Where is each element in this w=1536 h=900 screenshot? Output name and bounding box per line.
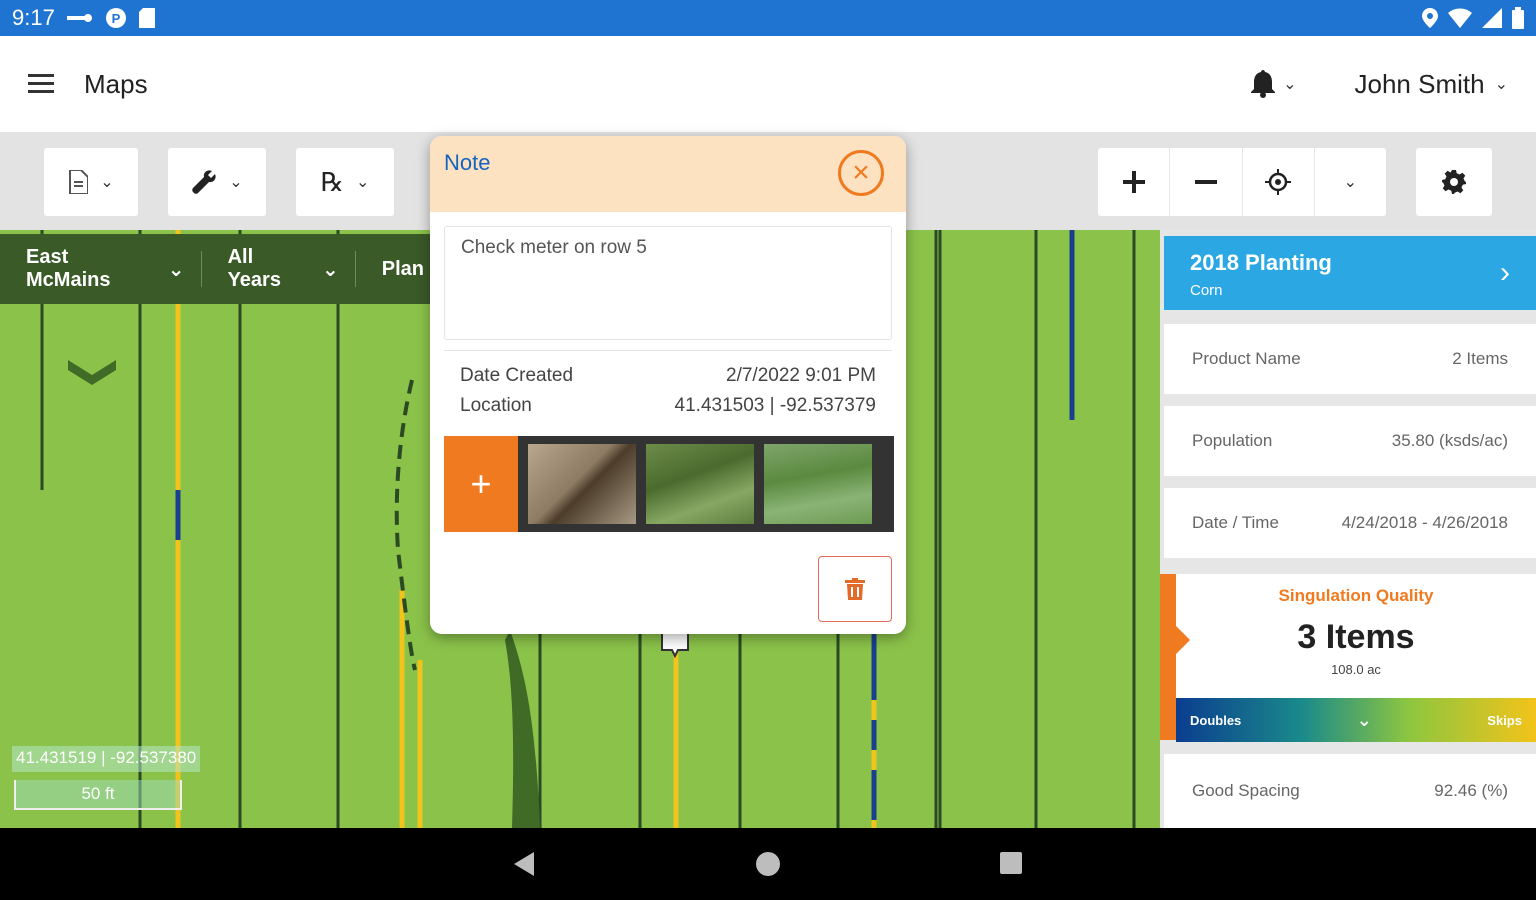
parking-icon: P: [105, 8, 126, 28]
year-filter[interactable]: All Years ⌄: [202, 246, 356, 291]
bell-icon: [1251, 70, 1276, 98]
tools-menu-button[interactable]: ⌄: [168, 148, 266, 216]
row-label: Population: [1192, 431, 1273, 450]
plan-filter-label: Plan: [381, 257, 424, 280]
key-icon: [66, 14, 92, 22]
notifications-button[interactable]: ⌄: [1251, 70, 1297, 98]
user-name: John Smith: [1354, 68, 1485, 99]
status-bar: 9:17 P: [0, 0, 1536, 36]
legend-right-label: Skips: [1487, 712, 1522, 728]
app-bar: Maps ⌄ John Smith ⌄: [0, 36, 1536, 132]
sd-card-icon: [138, 8, 155, 28]
user-menu[interactable]: John Smith ⌄: [1355, 69, 1508, 100]
plus-icon: [1122, 171, 1145, 193]
battery-icon: [1512, 7, 1524, 29]
close-icon: ×: [852, 156, 870, 189]
year-filter-label: All Years: [227, 246, 281, 291]
row-value: 2 Items: [1452, 349, 1508, 368]
photo-thumbnail[interactable]: [528, 444, 636, 524]
minus-icon: [1194, 180, 1217, 184]
delete-button[interactable]: [818, 556, 892, 622]
map-options-dropdown[interactable]: ⌄: [1315, 148, 1386, 216]
location-value: 41.431503 | -92.537379: [674, 395, 876, 416]
good-spacing-row[interactable]: Good Spacing 92.46 (%): [1164, 754, 1536, 828]
location-icon: [1422, 8, 1438, 28]
singulation-label: Singulation Quality: [1278, 586, 1434, 605]
crosshair-icon: [1265, 169, 1292, 195]
my-location-button[interactable]: [1243, 148, 1315, 216]
status-time: 9:17: [12, 5, 55, 30]
chevron-down-icon: ⌄: [229, 174, 243, 191]
photo-thumbnail[interactable]: [764, 444, 872, 524]
note-header: Note ×: [430, 136, 906, 212]
system-nav-bar: [0, 828, 1536, 900]
chevron-down-icon: ⌄: [1283, 76, 1297, 93]
singulation-area: 108.0 ac: [1331, 662, 1381, 677]
coordinate-readout: 41.431519 | -92.537380: [12, 746, 201, 772]
prescription-icon: ℞: [320, 166, 344, 197]
row-value: 4/24/2018 - 4/26/2018: [1341, 513, 1508, 532]
layer-subtitle: Corn: [1190, 282, 1223, 299]
row-label: Good Spacing: [1192, 781, 1300, 800]
photo-thumbnail[interactable]: [646, 444, 754, 524]
layer-header[interactable]: 2018 Planting Corn ›: [1164, 236, 1536, 310]
settings-button[interactable]: [1416, 148, 1492, 216]
recent-apps-icon[interactable]: [1000, 852, 1022, 874]
zoom-in-button[interactable]: [1098, 148, 1171, 216]
note-text-field[interactable]: Check meter on row 5: [444, 226, 892, 340]
layer-details-panel: 2018 Planting Corn › Product Name 2 Item…: [1160, 230, 1536, 828]
wifi-icon: [1448, 8, 1472, 28]
zoom-out-button[interactable]: [1170, 148, 1243, 216]
gear-icon: [1442, 170, 1466, 194]
chevron-down-icon: ⌄: [167, 258, 185, 281]
back-icon[interactable]: [514, 852, 534, 876]
population-row[interactable]: Population 35.80 (ksds/ac): [1164, 406, 1536, 476]
layer-title: 2018 Planting: [1190, 250, 1332, 275]
note-dialog: Note × Check meter on row 5 Date Created…: [430, 136, 906, 634]
row-label: Date / Time: [1192, 513, 1279, 532]
document-icon: [69, 170, 89, 194]
chevron-down-icon: ⌄: [100, 174, 114, 191]
field-filter-label: East McMains: [26, 246, 111, 291]
location-label: Location: [460, 395, 532, 416]
chevron-down-icon: ⌄: [321, 258, 339, 281]
close-button[interactable]: ×: [838, 150, 884, 196]
singulation-legend[interactable]: Doubles ⌄ Skips: [1176, 698, 1536, 742]
zoom-controls: ⌄: [1098, 148, 1386, 216]
prescription-menu-button[interactable]: ℞ ⌄: [296, 148, 394, 216]
row-label: Product Name: [1192, 349, 1301, 368]
row-value: 92.46 (%): [1434, 781, 1508, 800]
page-title: Maps: [84, 68, 148, 99]
singulation-quality-card[interactable]: Singulation Quality 3 Items 108.0 ac Dou…: [1160, 574, 1536, 742]
photo-strip: +: [444, 436, 894, 532]
chevron-down-icon: ⌄: [1343, 174, 1358, 191]
map-filter-bar: East McMains ⌄ All Years ⌄ Plan: [0, 234, 440, 304]
chevron-down-icon: ⌄: [1494, 76, 1508, 93]
chevron-down-icon: ⌄: [355, 174, 370, 191]
svg-text:P: P: [111, 11, 120, 26]
product-name-row[interactable]: Product Name 2 Items: [1164, 324, 1536, 394]
wrench-icon: [192, 170, 216, 194]
trash-icon: [845, 578, 865, 600]
date-created-label: Date Created: [460, 365, 574, 386]
legend-left-label: Doubles: [1190, 712, 1242, 728]
date-created-value: 2/7/2022 9:01 PM: [726, 365, 876, 386]
chevron-down-icon: ⌄: [1356, 709, 1372, 730]
signal-icon: [1482, 8, 1502, 28]
hamburger-menu-icon[interactable]: [28, 73, 54, 95]
note-metadata: Date Created 2/7/2022 9:01 PM Location 4…: [444, 350, 892, 431]
selected-indicator: [1160, 574, 1176, 740]
home-icon[interactable]: [756, 852, 780, 876]
chevron-marker-icon: [68, 360, 116, 385]
field-filter[interactable]: East McMains ⌄: [0, 246, 202, 291]
plan-filter[interactable]: Plan: [356, 251, 440, 287]
scale-bar: 50 ft: [14, 780, 182, 810]
date-time-row[interactable]: Date / Time 4/24/2018 - 4/26/2018: [1164, 488, 1536, 558]
chevron-right-icon: ›: [1500, 256, 1510, 289]
row-value: 35.80 (ksds/ac): [1391, 431, 1508, 450]
note-title: Note: [444, 150, 491, 175]
add-photo-button[interactable]: +: [444, 436, 518, 532]
singulation-value: 3 Items: [1297, 618, 1415, 656]
document-menu-button[interactable]: ⌄: [44, 148, 138, 216]
